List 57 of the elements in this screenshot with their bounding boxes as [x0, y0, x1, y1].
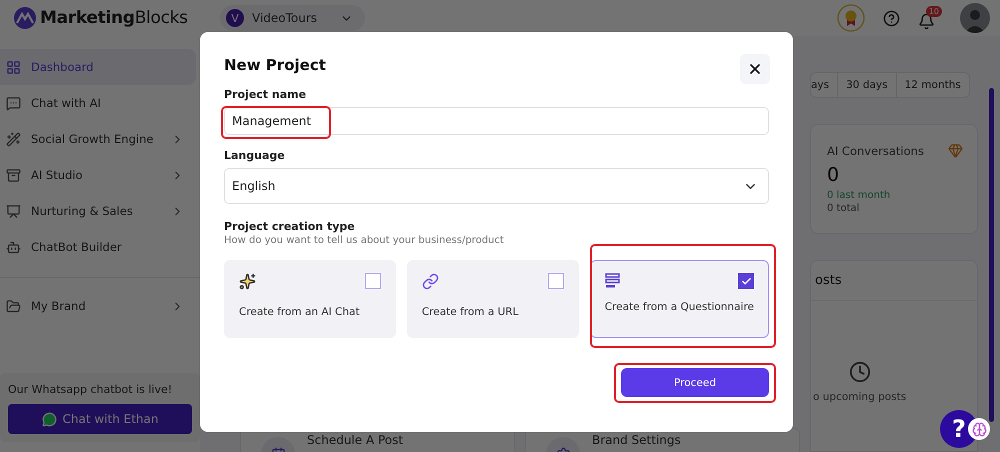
- brain-icon[interactable]: [972, 422, 986, 436]
- menu-item-icon: [6, 60, 21, 74]
- notification-button[interactable]: 10: [918, 6, 942, 30]
- close-icon: [747, 61, 763, 77]
- menu-item-icon: [6, 96, 21, 110]
- menu-item-icon: [6, 132, 21, 146]
- section-hint: How do you want to tell us about your business/product: [224, 235, 505, 246]
- chat-bubble-icon: [42, 412, 56, 426]
- menu-item-icon: [6, 204, 21, 218]
- option-card[interactable]: Create from a Questionnaire: [590, 260, 769, 338]
- menu-item-icon: [6, 168, 21, 182]
- help-icon[interactable]: [883, 10, 900, 26]
- dialog-title: New Project: [224, 56, 326, 74]
- list-icon: [604, 273, 621, 289]
- sidebar-item[interactable]: ChatBot Builder: [0, 229, 196, 265]
- link-icon: [422, 273, 439, 290]
- field-label: Project name: [224, 88, 308, 101]
- check-icon: [740, 276, 752, 286]
- gem-icon: [948, 143, 963, 158]
- language-select[interactable]: English: [224, 168, 769, 204]
- logo-icon: [14, 7, 36, 29]
- clock-icon: [848, 361, 871, 383]
- scrollbar[interactable]: [988, 88, 994, 422]
- checkbox[interactable]: [738, 273, 754, 289]
- sidebar-item[interactable]: Chat with AI: [0, 85, 196, 121]
- sidebar-item[interactable]: My Brand: [0, 288, 196, 324]
- range-tab[interactable]: 12 months: [896, 73, 969, 97]
- option-card[interactable]: Create from an AI Chat: [224, 260, 396, 338]
- sparkles-icon: [239, 273, 256, 290]
- sidebar-item[interactable]: Social Growth Engine: [0, 121, 196, 157]
- range-tab[interactable]: ays: [811, 73, 838, 97]
- close-button[interactable]: [740, 54, 770, 84]
- section-label: Project creation type: [224, 220, 356, 233]
- option-card[interactable]: Create from a URL: [406, 260, 579, 338]
- menu-item-icon: [6, 298, 21, 314]
- promo-text: Our Whatsapp chatbot is live!: [8, 383, 174, 396]
- stat-total: 0 total: [827, 203, 860, 214]
- logo-text: MarketingBlocks: [40, 8, 188, 28]
- project-selector[interactable]: V VideoTours: [220, 5, 365, 31]
- stat-change: 0 last month: [827, 190, 892, 201]
- sidebar-item[interactable]: Dashboard: [0, 49, 196, 85]
- field-label: Language: [224, 149, 286, 162]
- chat-button[interactable]: Chat with Ethan: [8, 404, 192, 434]
- stat-title: AI Conversations: [827, 144, 924, 158]
- award-icon[interactable]: [837, 4, 865, 32]
- avatar[interactable]: [960, 3, 990, 33]
- range-tab[interactable]: 30 days: [837, 73, 896, 97]
- posts-title: osts: [811, 261, 977, 301]
- stat-value: 0: [827, 164, 840, 186]
- sidebar-item[interactable]: AI Studio: [0, 157, 196, 193]
- checkbox[interactable]: [548, 273, 564, 289]
- sidebar-item[interactable]: Nurturing & Sales: [0, 193, 196, 229]
- input-field[interactable]: Management: [224, 107, 769, 135]
- empty-text: o upcoming posts: [813, 391, 906, 403]
- checkbox[interactable]: [364, 273, 381, 289]
- proceed-button[interactable]: Proceed: [621, 368, 769, 397]
- menu-item-icon: [6, 240, 21, 254]
